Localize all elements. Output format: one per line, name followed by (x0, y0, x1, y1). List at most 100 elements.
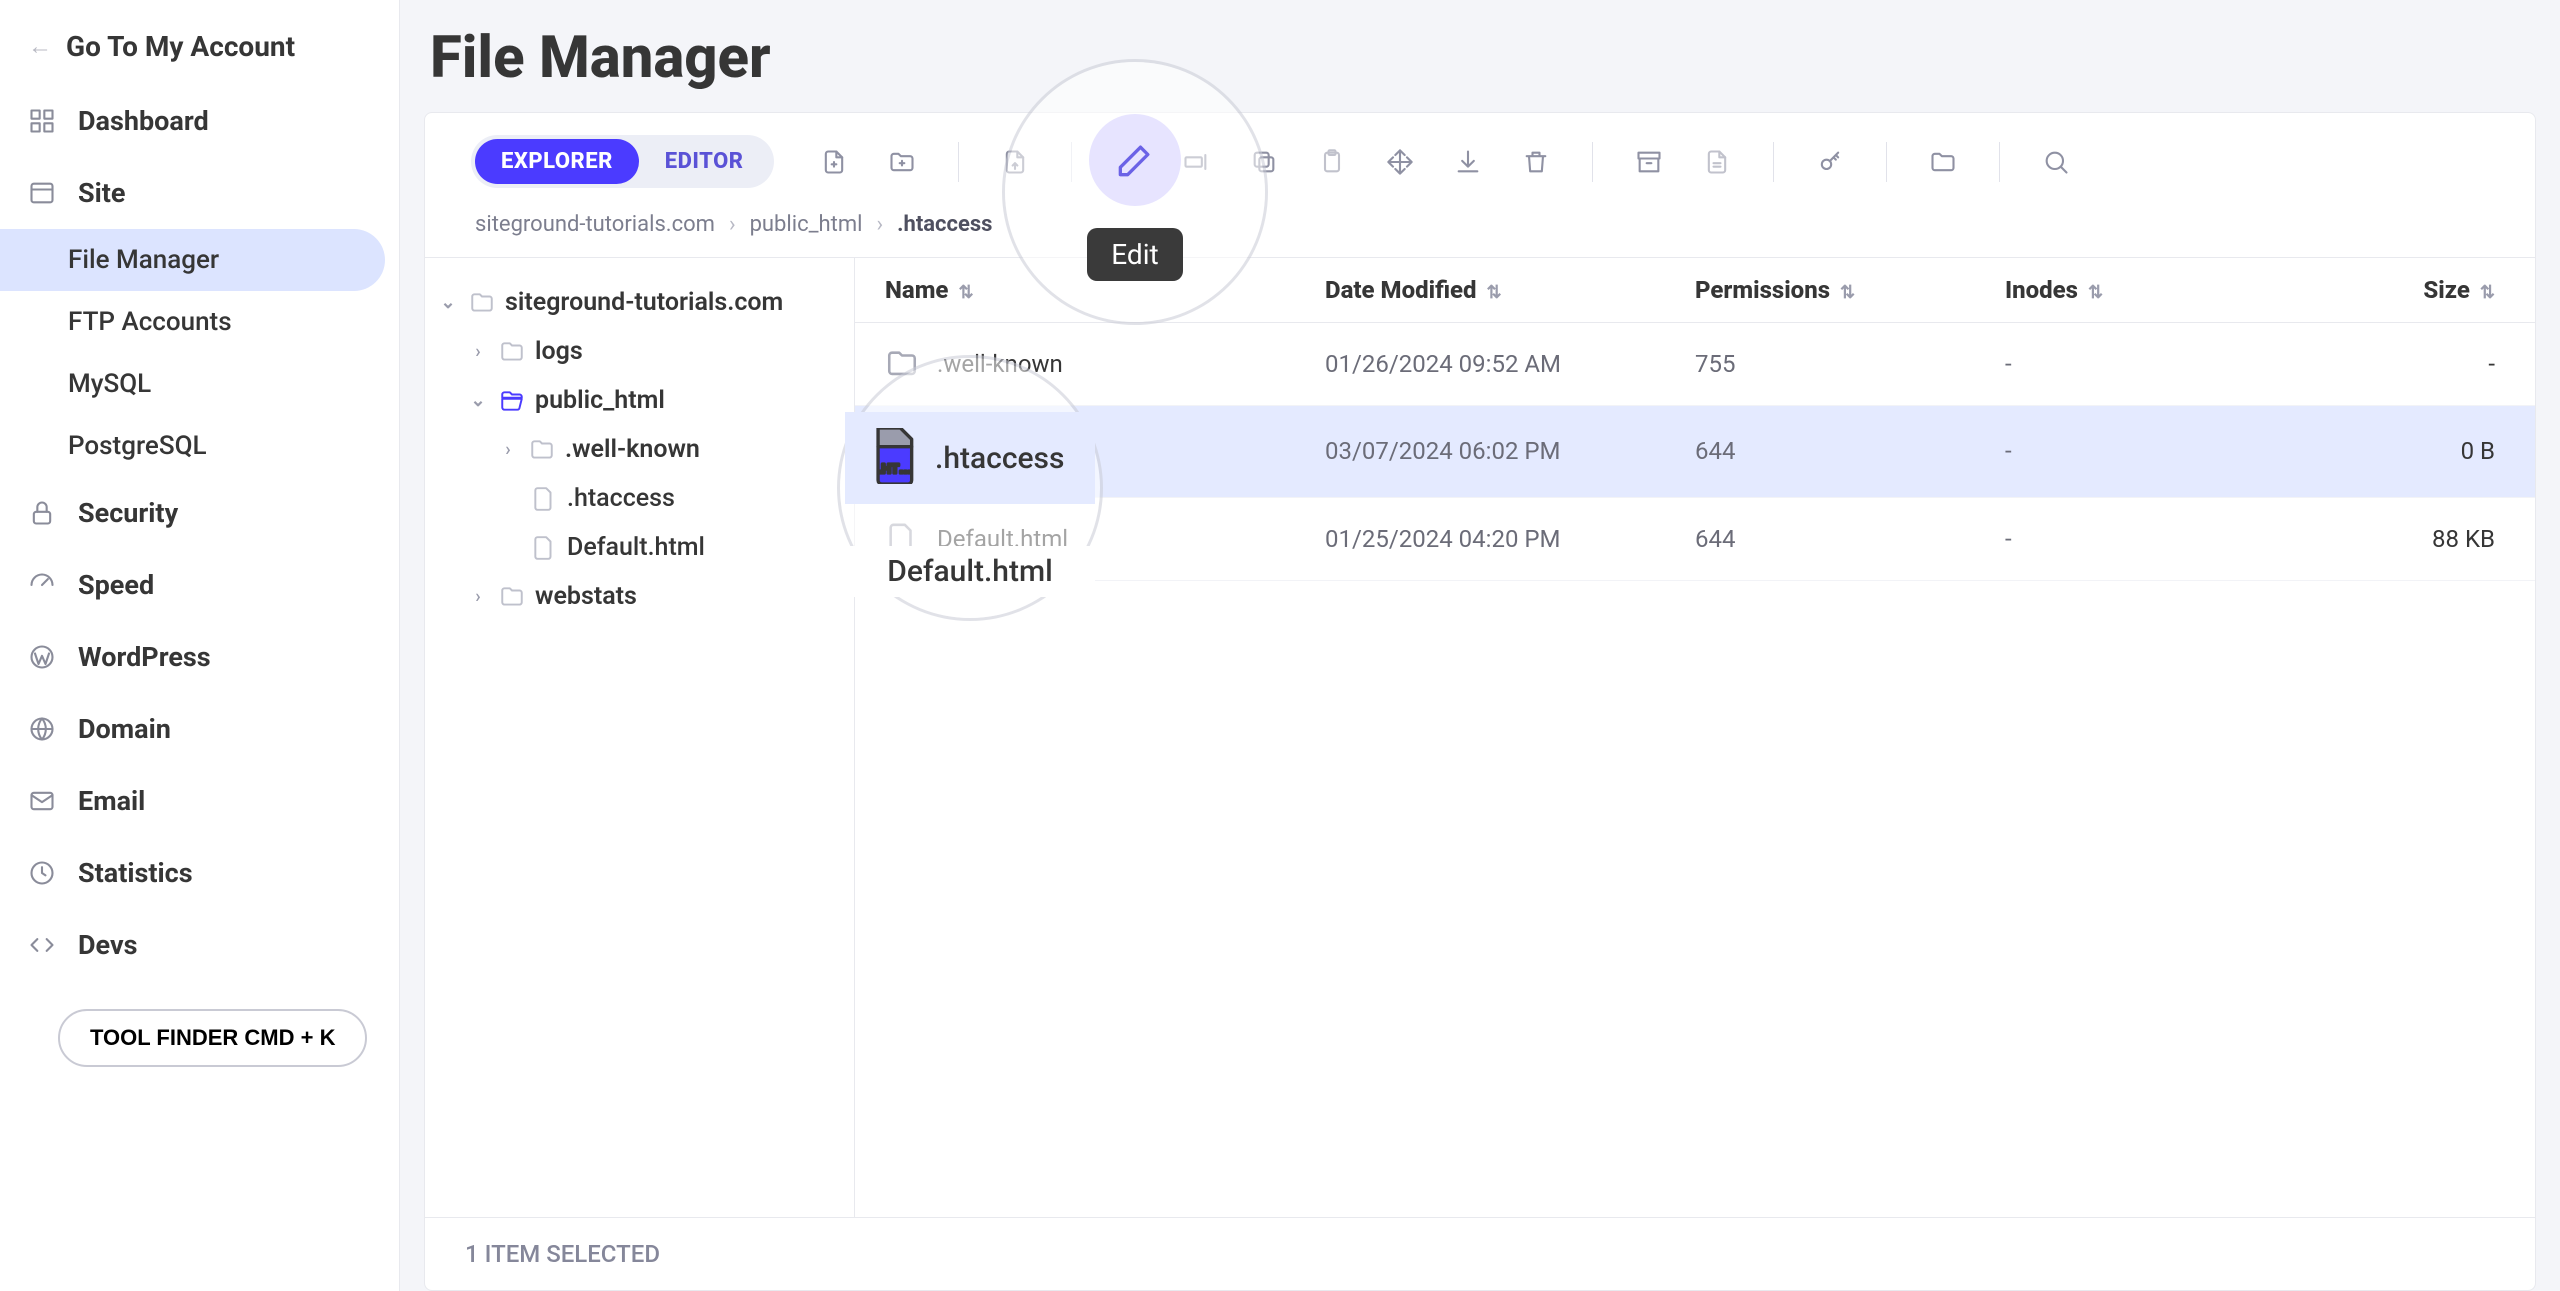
tree-item-htaccess[interactable]: .htaccess (437, 474, 842, 523)
page-title: File Manager (424, 14, 2536, 112)
sidebar-item-wordpress[interactable]: WordPress (0, 621, 399, 693)
panel-body: ⌄ siteground-tutorials.com › logs ⌄ publ… (425, 257, 2535, 1217)
status-text: 1 ITEM SELECTED (465, 1240, 660, 1268)
chevron-right-icon: › (467, 586, 489, 607)
toolbar: EXPLORER EDITOR (425, 113, 2535, 204)
paste-button[interactable] (1312, 142, 1352, 182)
col-header-size[interactable]: Size⇅ (2295, 276, 2495, 304)
folder-icon (499, 339, 525, 365)
permissions-button[interactable] (1810, 142, 1850, 182)
sidebar-item-label: Dashboard (78, 105, 209, 137)
sidebar-item-mysql[interactable]: MySQL (0, 353, 399, 415)
table-row[interactable]: Default.html 01/25/2024 04:20 PM 644 - 8… (855, 498, 2535, 581)
sidebar-item-security[interactable]: Security (0, 477, 399, 549)
file-inodes: - (2005, 437, 2295, 465)
tree-item-well-known[interactable]: › .well-known (437, 425, 842, 474)
file-name: .well-known (937, 350, 1063, 378)
file-inodes: - (2005, 525, 2295, 553)
col-header-name[interactable]: Name⇅ (885, 276, 1325, 304)
chevron-right-icon: › (497, 439, 519, 460)
new-file-button[interactable] (814, 142, 854, 182)
sidebar-item-label: Domain (78, 713, 171, 745)
move-button[interactable] (1380, 142, 1420, 182)
tool-finder-label: TOOL FINDER CMD + K (90, 1025, 335, 1050)
sort-icon: ⇅ (1840, 282, 1855, 303)
sidebar-item-statistics[interactable]: Statistics (0, 837, 399, 909)
tree-item-webstats[interactable]: › webstats (437, 572, 842, 621)
sidebar-item-devs[interactable]: Devs (0, 909, 399, 981)
file-date: 03/07/2024 06:02 PM (1325, 437, 1695, 465)
status-bar: 1 ITEM SELECTED (425, 1217, 2535, 1290)
search-button[interactable] (2036, 142, 2076, 182)
file-name: Default.html (937, 525, 1068, 553)
sidebar-item-label: PostgreSQL (68, 431, 207, 461)
htaccess-file-icon: .HT (885, 430, 919, 473)
tab-label: EXPLORER (501, 149, 613, 174)
col-header-permissions[interactable]: Permissions⇅ (1695, 276, 2005, 304)
sidebar-item-file-manager[interactable]: File Manager (0, 229, 385, 291)
folder-settings-button[interactable] (1923, 142, 1963, 182)
table-row[interactable]: .HT .htaccess 03/07/2024 06:02 PM 644 - … (855, 406, 2535, 498)
upload-file-button[interactable] (995, 142, 1035, 182)
col-header-inodes[interactable]: Inodes⇅ (2005, 276, 2295, 304)
chevron-down-icon: ⌄ (437, 292, 459, 313)
archive-button[interactable] (1629, 142, 1669, 182)
col-header-date[interactable]: Date Modified⇅ (1325, 276, 1695, 304)
file-date: 01/26/2024 09:52 AM (1325, 350, 1695, 378)
extract-button[interactable] (1697, 142, 1737, 182)
folder-tree: ⌄ siteground-tutorials.com › logs ⌄ publ… (425, 258, 855, 1217)
view-switch: EXPLORER EDITOR (471, 135, 774, 188)
breadcrumb-item[interactable]: siteground-tutorials.com (475, 212, 715, 237)
sort-icon: ⇅ (958, 282, 973, 303)
sidebar-item-label: Speed (78, 569, 154, 601)
file-icon (885, 522, 919, 556)
folder-icon (469, 290, 495, 316)
tab-explorer[interactable]: EXPLORER (475, 139, 639, 184)
sidebar-item-postgresql[interactable]: PostgreSQL (0, 415, 399, 477)
breadcrumb: siteground-tutorials.com › public_html ›… (425, 204, 2535, 257)
tree-item-logs[interactable]: › logs (437, 327, 842, 376)
file-table: Name⇅ Date Modified⇅ Permissions⇅ Inodes… (855, 258, 2535, 1217)
sort-icon: ⇅ (1487, 282, 1502, 303)
table-row[interactable]: .well-known 01/26/2024 09:52 AM 755 - - (855, 323, 2535, 406)
file-permissions: 755 (1695, 350, 2005, 378)
folder-icon (529, 437, 555, 463)
rename-button[interactable] (1176, 142, 1216, 182)
tree-label: Default.html (567, 533, 705, 562)
tree-label: siteground-tutorials.com (505, 288, 783, 317)
tree-label: webstats (535, 582, 637, 611)
go-to-account-link[interactable]: ← Go To My Account (0, 18, 399, 85)
edit-button[interactable] (1108, 142, 1148, 182)
sidebar-item-dashboard[interactable]: Dashboard (0, 85, 399, 157)
breadcrumb-item-current: .htaccess (897, 212, 992, 237)
sidebar-item-label: Security (78, 497, 178, 529)
arrow-left-icon: ← (28, 32, 52, 61)
sidebar-item-ftp-accounts[interactable]: FTP Accounts (0, 291, 399, 353)
tree-item-default-html[interactable]: Default.html (437, 523, 842, 572)
sidebar-item-email[interactable]: Email (0, 765, 399, 837)
download-button[interactable] (1448, 142, 1488, 182)
chevron-right-icon: › (467, 341, 489, 362)
copy-button[interactable] (1244, 142, 1284, 182)
delete-button[interactable] (1516, 142, 1556, 182)
sidebar-item-site[interactable]: Site (0, 157, 399, 229)
chevron-right-icon: › (877, 212, 884, 237)
file-name: .htaccess (937, 437, 1040, 465)
file-permissions: 644 (1695, 525, 2005, 553)
tab-editor[interactable]: EDITOR (639, 139, 770, 184)
file-manager-panel: EXPLORER EDITOR (424, 112, 2536, 1291)
new-folder-button[interactable] (882, 142, 922, 182)
sidebar-item-speed[interactable]: Speed (0, 549, 399, 621)
file-permissions: 644 (1695, 437, 2005, 465)
table-header: Name⇅ Date Modified⇅ Permissions⇅ Inodes… (855, 258, 2535, 323)
breadcrumb-item[interactable]: public_html (750, 212, 863, 237)
tree-item-public-html[interactable]: ⌄ public_html (437, 376, 842, 425)
file-date: 01/25/2024 04:20 PM (1325, 525, 1695, 553)
tree-root[interactable]: ⌄ siteground-tutorials.com (437, 278, 842, 327)
tool-finder-button[interactable]: TOOL FINDER CMD + K (58, 1009, 367, 1067)
file-icon (531, 535, 557, 561)
main-content: File Manager EXPLORER EDITOR (400, 0, 2560, 1291)
wordpress-icon (28, 643, 56, 671)
file-size: - (2295, 350, 2495, 378)
sidebar-item-domain[interactable]: Domain (0, 693, 399, 765)
